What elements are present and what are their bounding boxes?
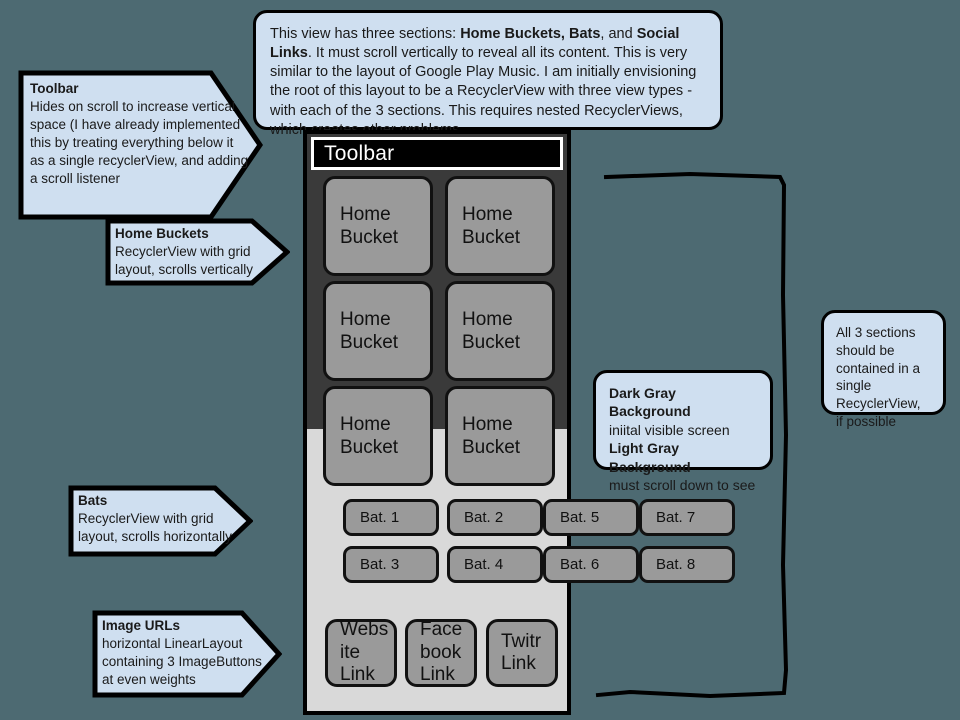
bat-label: Bat. 6: [560, 556, 600, 573]
callout-toolbar-body: Hides on scroll to increase vertical spa…: [30, 99, 249, 187]
callout-toolbar: Toolbar Hides on scroll to increase vert…: [18, 70, 263, 220]
callout-home-buckets: Home Buckets RecyclerView with grid layo…: [105, 218, 290, 286]
home-bucket-line1: Home: [340, 308, 391, 330]
bat-label: Bat. 4: [464, 556, 504, 573]
home-bucket-tile[interactable]: Home Bucket: [445, 386, 555, 486]
bat-label: Bat. 1: [360, 509, 400, 526]
social-link-line1: Face: [420, 619, 463, 641]
home-bucket-tile[interactable]: Home Bucket: [323, 281, 433, 381]
social-link-line3: Link: [340, 664, 375, 686]
callout-overview-text: This view has three sections: Home Bucke…: [270, 26, 697, 138]
callout-backgrounds-line4: must scroll down to see: [609, 477, 756, 494]
bat-tile[interactable]: Bat. 7: [639, 499, 735, 536]
social-link-button[interactable]: Twitr Link: [486, 619, 558, 687]
callout-backgrounds-line2: iniital visible screen: [609, 421, 730, 438]
bat-label: Bat. 7: [656, 509, 696, 526]
social-link-button[interactable]: Face book Link: [405, 619, 477, 687]
phone-mockup: Toolbar Home Bucket Home Bucket Home Buc…: [303, 130, 735, 715]
bat-label: Bat. 5: [560, 509, 600, 526]
bat-tile[interactable]: Bat. 6: [543, 546, 639, 583]
social-link-line2: ite: [340, 641, 361, 663]
home-bucket-line1: Home: [340, 203, 391, 225]
bat-tile[interactable]: Bat. 2: [447, 499, 543, 536]
home-bucket-line2: Bucket: [340, 332, 399, 353]
callout-backgrounds-line3: Light Gray Background: [609, 440, 691, 475]
home-bucket-line1: Home: [462, 203, 513, 225]
bat-tile[interactable]: Bat. 4: [447, 546, 543, 583]
callout-image-urls: Image URLs horizontal LinearLayout conta…: [92, 610, 282, 698]
toolbar-title: Toolbar: [324, 141, 395, 165]
home-bucket-tile[interactable]: Home Bucket: [323, 176, 433, 276]
home-bucket-line1: Home: [462, 413, 513, 435]
diagram-canvas: This view has three sections: Home Bucke…: [0, 0, 960, 720]
bat-label: Bat. 2: [464, 509, 504, 526]
bat-tile[interactable]: Bat. 8: [639, 546, 735, 583]
callout-toolbar-title: Toolbar: [30, 81, 79, 96]
bat-tile[interactable]: Bat. 5: [543, 499, 639, 536]
home-bucket-line2: Bucket: [462, 437, 521, 458]
callout-bats-title: Bats: [78, 493, 108, 508]
callout-single-recyclerview: All 3 sections should be contained in a …: [821, 310, 946, 429]
home-bucket-line1: Home: [462, 308, 513, 330]
home-bucket-tile[interactable]: Home Bucket: [323, 386, 433, 486]
callout-backgrounds-line1: Dark Gray Background: [609, 385, 691, 420]
social-link-line3: Link: [420, 664, 455, 686]
app-toolbar[interactable]: Toolbar: [311, 137, 563, 170]
callout-backgrounds: Dark Gray Background iniital visible scr…: [593, 370, 773, 493]
social-link-line2: book: [420, 641, 462, 663]
social-link-line1: Webs: [340, 619, 389, 641]
callout-single-recyclerview-text: All 3 sections should be contained in a …: [836, 325, 921, 430]
bat-label: Bat. 8: [656, 556, 696, 573]
home-bucket-line2: Bucket: [340, 437, 399, 458]
bat-tile[interactable]: Bat. 3: [343, 546, 439, 583]
callout-home-buckets-title: Home Buckets: [115, 226, 209, 241]
home-bucket-line2: Bucket: [340, 227, 399, 248]
callout-bats: Bats RecyclerView with grid layout, scro…: [68, 485, 253, 557]
home-bucket-line1: Home: [340, 413, 391, 435]
callout-image-urls-body: horizontal LinearLayout containing 3 Ima…: [102, 636, 262, 688]
home-bucket-line2: Bucket: [462, 227, 521, 248]
callout-overview: This view has three sections: Home Bucke…: [253, 10, 723, 138]
callout-bats-body: RecyclerView with grid layout, scrolls h…: [78, 511, 232, 545]
social-link-button[interactable]: Webs ite Link: [325, 619, 397, 687]
bat-tile[interactable]: Bat. 1: [343, 499, 439, 536]
home-bucket-tile[interactable]: Home Bucket: [445, 281, 555, 381]
social-link-line1: Twitr: [501, 630, 542, 652]
callout-image-urls-title: Image URLs: [102, 618, 181, 633]
bat-label: Bat. 3: [360, 556, 400, 573]
callout-home-buckets-body: RecyclerView with grid layout, scrolls v…: [115, 244, 254, 278]
social-link-line2: Link: [501, 653, 536, 674]
home-bucket-tile[interactable]: Home Bucket: [445, 176, 555, 276]
home-bucket-line2: Bucket: [462, 332, 521, 353]
